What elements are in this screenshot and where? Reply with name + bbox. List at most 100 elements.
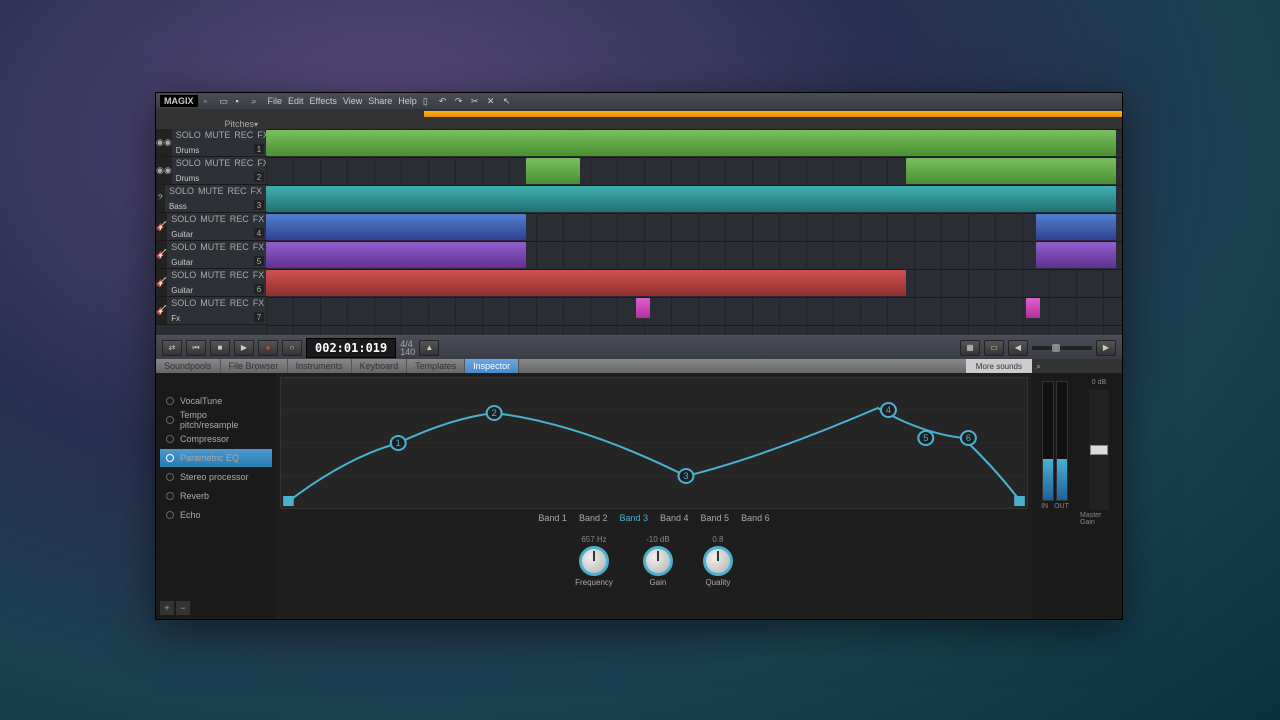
search-input[interactable]: ⌕ — [1032, 359, 1122, 373]
tab-inspector[interactable]: Inspector — [465, 359, 519, 373]
zoom-out-button[interactable]: ◀ — [1008, 340, 1028, 356]
eq-band-2[interactable]: Band 2 — [579, 513, 608, 523]
eq-band-4[interactable]: Band 4 — [660, 513, 689, 523]
track-header-3[interactable]: 𝄢 SOLOMUTERECFXBass 3 — [156, 185, 266, 213]
fx-item-vocaltune[interactable]: VocalTune — [160, 392, 272, 410]
track-headers: Pitches ▾ ◉◉ SOLOMUTERECFXDrums 1 ◉◉ SOL… — [156, 119, 266, 335]
fx-item-compressor[interactable]: Compressor — [160, 430, 272, 448]
menu-file[interactable]: File — [268, 96, 283, 106]
menu-edit[interactable]: Edit — [288, 96, 304, 106]
close-icon[interactable]: ✕ — [487, 96, 497, 106]
track-header-4[interactable]: 🎸 SOLOMUTERECFXGuitar 4 — [156, 213, 266, 241]
fx-item-echo[interactable]: Echo — [160, 506, 272, 524]
tool-icon[interactable]: ▯ — [423, 96, 433, 106]
record-mode-button[interactable]: ○ — [282, 340, 302, 356]
svg-text:4: 4 — [886, 405, 891, 415]
master-gain-slider[interactable] — [1089, 390, 1109, 510]
audio-clip[interactable] — [1036, 242, 1116, 268]
lower-tabs: Soundpools File Browser Instruments Keyb… — [156, 359, 1122, 373]
track-header-1[interactable]: ◉◉ SOLOMUTERECFXDrums 1 — [156, 129, 266, 157]
timecode-display[interactable]: 002:01:019 — [306, 338, 396, 358]
eq-band-6[interactable]: Band 6 — [741, 513, 770, 523]
track-header-5[interactable]: 🎸 SOLOMUTERECFXGuitar 5 — [156, 241, 266, 269]
eq-band-5[interactable]: Band 5 — [701, 513, 730, 523]
eq-graph[interactable]: 1 2 3 4 5 6 — [280, 377, 1028, 509]
add-fx-button[interactable]: + — [160, 601, 174, 615]
pitches-header[interactable]: Pitches ▾ — [156, 119, 266, 129]
metronome-button[interactable]: ▲ — [419, 340, 439, 356]
audio-clip[interactable] — [266, 242, 526, 268]
zoom-slider[interactable] — [1032, 346, 1092, 350]
play-button[interactable]: ▶ — [234, 340, 254, 356]
audio-clip[interactable] — [266, 270, 906, 296]
eq-band-3[interactable]: Band 3 — [619, 513, 648, 523]
tab-soundpools[interactable]: Soundpools — [156, 359, 221, 373]
loop-region[interactable] — [424, 111, 1122, 117]
tracks-area[interactable] — [266, 119, 1122, 335]
menu-help[interactable]: Help — [398, 96, 417, 106]
menubar: MAGIX ▫ ▭ ▪ ⌕ File Edit Effects View Sha… — [156, 93, 1122, 109]
timeline-ruler-top — [156, 109, 1122, 119]
power-icon[interactable] — [166, 435, 174, 443]
audio-clip[interactable] — [266, 214, 526, 240]
audio-clip[interactable] — [266, 186, 1116, 212]
guitar-icon: 🎸 — [156, 297, 167, 324]
grid-button[interactable]: ▦ — [960, 340, 980, 356]
gain-knob[interactable] — [643, 546, 673, 576]
frequency-knob[interactable] — [579, 546, 609, 576]
fx-item-reverb[interactable]: Reverb — [160, 487, 272, 505]
fx-item-stereo[interactable]: Stereo processor — [160, 468, 272, 486]
tab-keyboard[interactable]: Keyboard — [352, 359, 408, 373]
undo-icon[interactable]: ↶ — [439, 96, 449, 106]
app-window: MAGIX ▫ ▭ ▪ ⌕ File Edit Effects View Sha… — [155, 92, 1123, 620]
new-icon[interactable]: ▫ — [204, 96, 214, 106]
track-header-6[interactable]: 🎸 SOLOMUTERECFXGuitar 6 — [156, 269, 266, 297]
audio-clip[interactable] — [1036, 214, 1116, 240]
skip-start-button[interactable]: ⏮ — [186, 340, 206, 356]
power-icon[interactable] — [166, 473, 174, 481]
open-icon[interactable]: ▭ — [220, 96, 230, 106]
save-icon[interactable]: ▪ — [236, 96, 246, 106]
stop-button[interactable]: ■ — [210, 340, 230, 356]
search-icon[interactable]: ⌕ — [252, 96, 262, 106]
drums-icon: ◉◉ — [156, 129, 172, 156]
audio-clip[interactable] — [636, 298, 650, 318]
transport-bar: ⇄ ⏮ ■ ▶ ● ○ 002:01:019 4/4140 ▲ ▦ ▭ ◀ ▶ — [156, 335, 1122, 359]
audio-clip[interactable] — [1026, 298, 1040, 318]
track-header-2[interactable]: ◉◉ SOLOMUTERECFXDrums 2 — [156, 157, 266, 185]
tab-instruments[interactable]: Instruments — [288, 359, 352, 373]
power-icon[interactable] — [166, 416, 174, 424]
power-icon[interactable] — [166, 397, 174, 405]
pointer-icon[interactable]: ↖ — [503, 96, 513, 106]
audio-clip[interactable] — [906, 158, 1116, 184]
menu-view[interactable]: View — [343, 96, 362, 106]
power-icon[interactable] — [166, 454, 174, 462]
cut-icon[interactable]: ✂ — [471, 96, 481, 106]
fx-item-tempo[interactable]: Tempo pitch/resample — [160, 411, 272, 429]
track-header-7[interactable]: 🎸 SOLOMUTERECFXFx 7 — [156, 297, 266, 325]
bar-ruler[interactable] — [266, 119, 1122, 129]
remove-fx-button[interactable]: − — [176, 601, 190, 615]
svg-text:3: 3 — [683, 471, 688, 481]
bass-icon: 𝄢 — [156, 185, 165, 212]
zoom-in-button[interactable]: ▶ — [1096, 340, 1116, 356]
loop-button[interactable]: ⇄ — [162, 340, 182, 356]
tab-templates[interactable]: Templates — [407, 359, 465, 373]
audio-clip[interactable] — [576, 130, 1116, 156]
record-button[interactable]: ● — [258, 340, 278, 356]
redo-icon[interactable]: ↷ — [455, 96, 465, 106]
menu-share[interactable]: Share — [368, 96, 392, 106]
tab-filebrowser[interactable]: File Browser — [221, 359, 288, 373]
power-icon[interactable] — [166, 511, 174, 519]
power-icon[interactable] — [166, 492, 174, 500]
audio-clip[interactable] — [526, 158, 580, 184]
quality-knob[interactable] — [703, 546, 733, 576]
fx-item-parametric-eq[interactable]: Parametric EQ — [160, 449, 272, 467]
audio-clip[interactable] — [266, 130, 576, 156]
eq-band-selector: Band 1 Band 2 Band 3 Band 4 Band 5 Band … — [280, 509, 1028, 527]
eq-band-1[interactable]: Band 1 — [538, 513, 567, 523]
view-button[interactable]: ▭ — [984, 340, 1004, 356]
more-sounds-button[interactable]: More sounds — [966, 359, 1032, 373]
menu-effects[interactable]: Effects — [310, 96, 337, 106]
fx-list: VocalTune Tempo pitch/resample Compresso… — [156, 373, 276, 619]
